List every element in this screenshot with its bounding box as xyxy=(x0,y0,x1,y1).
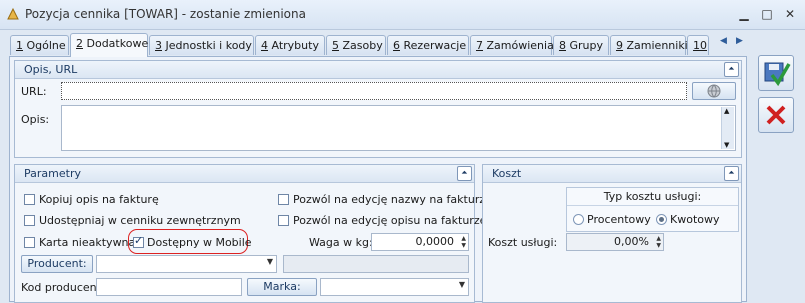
window-title: Pozycja cennika [TOWAR] - zostanie zmien… xyxy=(25,7,306,21)
procentowy-radio[interactable] xyxy=(573,214,584,225)
opis-label: Opis: xyxy=(21,113,50,126)
karta-nieaktywna-checkbox[interactable] xyxy=(24,237,35,248)
pozwol-opisu-checkbox[interactable] xyxy=(278,215,289,226)
tab-atrybuty[interactable]: 4 Atrybuty xyxy=(255,35,325,55)
app-icon xyxy=(7,7,19,20)
marka-button[interactable]: Marka: xyxy=(247,278,317,296)
kwotowy-label: Kwotowy xyxy=(670,213,720,226)
tab-rezerwacje[interactable]: 6 Rezerwacje xyxy=(387,35,469,55)
kopiuj-opis-label: Kopiuj opis na fakturę xyxy=(39,193,159,206)
maximize-button[interactable]: □ xyxy=(756,4,778,24)
open-url-button[interactable] xyxy=(692,82,736,100)
tab-10[interactable]: 10 xyxy=(687,35,709,55)
collapse-icon[interactable]: ⏶ xyxy=(724,62,739,77)
typ-kosztu-box: Typ kosztu usługi: Procentowy Kwotowy xyxy=(566,187,739,232)
chevron-down-icon: ▼ xyxy=(458,280,465,289)
tab-scroll-right-icon[interactable]: ▶ xyxy=(736,36,743,46)
save-check-icon xyxy=(764,62,791,87)
tab-zasoby[interactable]: 5 Zasoby xyxy=(326,35,386,55)
collapse-icon[interactable]: ⏶ xyxy=(724,166,739,181)
tab-strip: 1 Ogólne 2 Dodatkowe 3 Jednostki i kody … xyxy=(10,33,710,57)
udostepniaj-label: Udostępniaj w cenniku zewnętrznym xyxy=(39,214,241,227)
koszt-title: Koszt xyxy=(492,167,522,180)
close-icon xyxy=(766,105,786,125)
dostepny-mobile-checkbox[interactable] xyxy=(133,234,144,248)
kod-producenta-input[interactable] xyxy=(96,278,242,296)
scroll-down-icon[interactable]: ▼ xyxy=(724,141,729,149)
cancel-button[interactable] xyxy=(758,97,794,133)
save-button[interactable] xyxy=(758,55,794,91)
url-label: URL: xyxy=(21,85,47,98)
producent-select[interactable]: ▼ xyxy=(96,255,277,273)
kwotowy-radio[interactable] xyxy=(656,214,667,225)
typ-kosztu-label: Typ kosztu usługi: xyxy=(567,188,738,206)
spin-icon[interactable]: ▲ ▼ xyxy=(458,235,466,249)
waga-input[interactable]: 0,0000 ▲ ▼ xyxy=(371,233,469,251)
procentowy-label: Procentowy xyxy=(587,213,651,226)
opis-url-title: Opis, URL xyxy=(24,63,78,76)
minimize-button[interactable]: ▁ xyxy=(733,4,755,24)
tab-jednostki-i-kody[interactable]: 3 Jednostki i kody xyxy=(149,35,254,55)
koszt-uslugi-input[interactable]: 0,00% ▲ ▼ xyxy=(566,233,664,251)
producent-name-field xyxy=(283,255,469,273)
close-window-button[interactable]: ✕ xyxy=(779,4,801,24)
opis-scrollbar[interactable]: ▲ ▼ xyxy=(721,107,734,149)
marka-select[interactable]: ▼ xyxy=(320,278,469,296)
tab-zamienniki[interactable]: 9 Zamienniki xyxy=(610,35,688,55)
udostepniaj-checkbox[interactable] xyxy=(24,215,35,226)
tab-content-pane: Opis, URL ⏶ URL: Opis: ▲ ▼ Parametry ⏶ K… xyxy=(9,56,747,303)
scroll-up-icon[interactable]: ▲ xyxy=(724,107,729,115)
waga-label: Waga w kg: xyxy=(309,236,373,249)
parametry-title: Parametry xyxy=(24,167,81,180)
tab-scroll-left-icon[interactable]: ◀ xyxy=(720,36,727,46)
koszt-group: Koszt ⏶ Typ kosztu usługi: Procentowy Kw… xyxy=(482,164,742,303)
opis-url-group: Opis, URL ⏶ URL: Opis: ▲ ▼ xyxy=(14,60,742,158)
pozwol-opisu-label: Pozwól na edycję opisu na fakturze xyxy=(293,214,487,227)
pozwol-nazwy-label: Pozwól na edycję nazwy na fakturze xyxy=(293,193,492,206)
globe-icon xyxy=(707,84,721,98)
koszt-uslugi-label: Koszt usługi: xyxy=(488,236,558,249)
karta-nieaktywna-label: Karta nieaktywna xyxy=(39,236,136,249)
title-bar: Pozycja cennika [TOWAR] - zostanie zmien… xyxy=(0,0,805,30)
collapse-icon[interactable]: ⏶ xyxy=(457,166,472,181)
tab-dodatkowe[interactable]: 2 Dodatkowe xyxy=(70,33,148,57)
tab-grupy[interactable]: 8 Grupy xyxy=(553,35,609,55)
url-input[interactable] xyxy=(61,82,687,100)
kopiuj-opis-checkbox[interactable] xyxy=(24,194,35,205)
spin-icon[interactable]: ▲ ▼ xyxy=(653,235,661,249)
tab-zamowienia[interactable]: 7 Zamówienia xyxy=(470,35,554,55)
tab-ogolne[interactable]: 1 Ogólne xyxy=(10,35,69,55)
dostepny-mobile-label: Dostępny w Mobile xyxy=(147,236,252,249)
chevron-down-icon: ▼ xyxy=(266,257,273,266)
producent-button[interactable]: Producent: xyxy=(21,255,93,273)
opis-textarea[interactable]: ▲ ▼ xyxy=(61,105,736,151)
kod-producenta-label: Kod producenta xyxy=(21,281,108,294)
pozwol-nazwy-checkbox[interactable] xyxy=(278,194,289,205)
parametry-group: Parametry ⏶ Kopiuj opis na fakturę Pozwó… xyxy=(14,164,492,303)
